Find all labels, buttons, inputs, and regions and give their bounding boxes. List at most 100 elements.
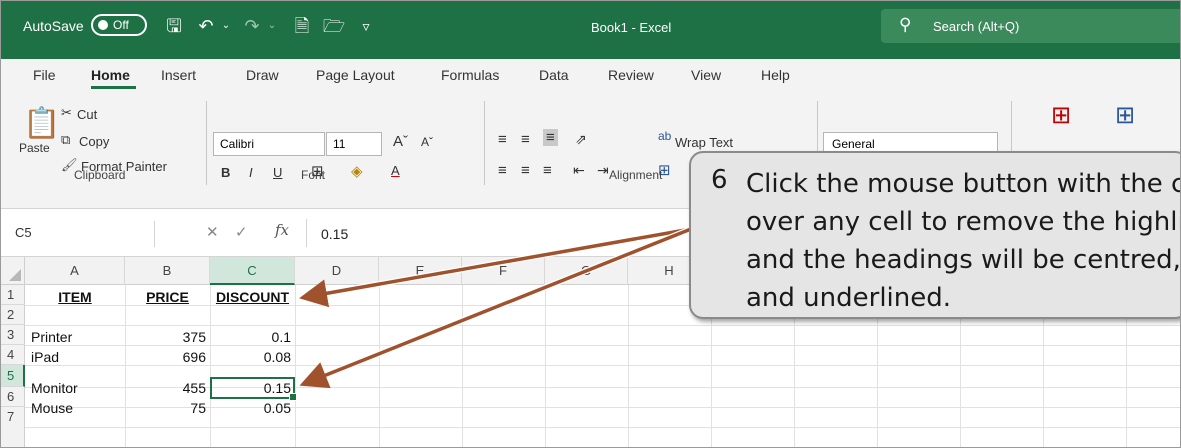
align-middle-icon[interactable]: ≡ <box>521 131 530 148</box>
cell-b5[interactable]: 455 <box>125 378 210 398</box>
font-family-select[interactable]: Calibri <box>213 132 325 156</box>
copy-icon[interactable]: ⧉ <box>61 132 70 148</box>
align-bottom-icon[interactable]: ≡ <box>543 129 558 146</box>
cell-a4[interactable]: iPad <box>31 347 59 367</box>
tab-data[interactable]: Data <box>539 67 569 83</box>
row-header-7[interactable]: 7 <box>1 407 25 447</box>
undo-dropdown-icon[interactable]: ⌄ <box>213 13 239 39</box>
row-header-6[interactable]: 6 <box>1 387 25 407</box>
excel-window: AutoSave Off 🖫 ↶ ⌄ ↷ ⌄ 🗎 🗁 ▿ Book1 - Exc… <box>0 0 1181 448</box>
formula-bar-divider <box>306 219 307 247</box>
decrease-indent-icon[interactable]: ⇤ <box>573 162 585 179</box>
row-header-1[interactable]: 1 <box>1 285 25 305</box>
tab-page-layout[interactable]: Page Layout <box>316 67 395 83</box>
row-header-4[interactable]: 4 <box>1 345 25 365</box>
column-header-b[interactable]: B <box>125 257 210 285</box>
formula-input[interactable]: 0.15 <box>321 226 348 242</box>
select-all-button[interactable] <box>1 257 25 285</box>
column-header-e[interactable]: E <box>379 257 462 285</box>
autosave-label: AutoSave <box>23 18 84 34</box>
align-top-icon[interactable]: ≡ <box>498 131 507 148</box>
tab-formulas[interactable]: Formulas <box>441 67 499 83</box>
customize-toolbar-icon[interactable]: ▿ <box>353 13 379 39</box>
cell-b1[interactable]: PRICE <box>125 287 210 307</box>
cell-c1[interactable]: DISCOUNT <box>210 287 295 307</box>
italic-button[interactable]: I <box>249 165 253 180</box>
active-cell-selection[interactable] <box>210 377 297 401</box>
instruction-text: Click the mouse button with the cursor o… <box>746 169 1181 313</box>
align-right-icon[interactable]: ≡ <box>543 162 552 179</box>
increase-indent-icon[interactable]: ⇥ <box>597 162 609 179</box>
cut-icon[interactable]: ✂ <box>61 105 72 121</box>
cell-b4[interactable]: 696 <box>125 347 210 367</box>
column-header-a[interactable]: A <box>25 257 125 285</box>
tab-draw[interactable]: Draw <box>246 67 279 83</box>
decrease-font-size-icon[interactable]: Aˇ <box>421 135 433 149</box>
open-folder-icon[interactable]: 🗁 <box>321 13 347 39</box>
fill-color-icon[interactable]: ◈ <box>351 162 363 180</box>
cell-a5[interactable]: Monitor <box>31 378 78 398</box>
row-header-2[interactable]: 2 <box>1 305 25 325</box>
tab-help[interactable]: Help <box>761 67 790 83</box>
cancel-icon[interactable]: ✕ <box>206 223 219 241</box>
bold-button[interactable]: B <box>221 165 230 180</box>
save-icon[interactable]: 🖫 <box>161 13 187 39</box>
tab-view[interactable]: View <box>691 67 721 83</box>
clipboard-group-label: Clipboard <box>74 168 126 182</box>
font-color-icon[interactable]: A <box>391 163 400 178</box>
cell-a6[interactable]: Mouse <box>31 398 73 418</box>
search-placeholder: Search (Alt+Q) <box>933 19 1020 34</box>
tab-home[interactable]: Home <box>91 67 130 83</box>
font-group-label: Font <box>301 168 326 182</box>
tab-insert[interactable]: Insert <box>161 67 196 83</box>
enter-icon[interactable]: ✓ <box>235 223 248 241</box>
increase-font-size-icon[interactable]: Aˇ <box>393 133 408 150</box>
cut-button[interactable]: Cut <box>77 107 97 122</box>
ribbon-divider <box>484 101 485 185</box>
alignment-group-label: Alignment <box>609 168 663 182</box>
toggle-knob-icon <box>98 20 108 30</box>
cell-b3[interactable]: 375 <box>125 327 210 347</box>
active-tab-indicator <box>91 86 136 89</box>
cell-a3[interactable]: Printer <box>31 327 72 347</box>
row-header-3[interactable]: 3 <box>1 325 25 345</box>
cell-b6[interactable]: 75 <box>125 398 210 418</box>
instruction-callout: 6 Click the mouse button with the cursor… <box>689 151 1181 319</box>
window-title: Book1 - Excel <box>591 20 672 35</box>
cell-c3[interactable]: 0.1 <box>210 327 295 347</box>
paste-icon[interactable]: 📋 <box>23 106 60 141</box>
column-header-c[interactable]: C <box>210 257 295 285</box>
row-header-5[interactable]: 5 <box>1 365 25 387</box>
tab-review[interactable]: Review <box>608 67 654 83</box>
new-file-icon[interactable]: 🗎 <box>289 13 315 39</box>
name-box[interactable]: C5 <box>9 221 155 247</box>
align-left-icon[interactable]: ≡ <box>498 162 507 179</box>
orientation-icon[interactable]: ⇗ <box>575 131 587 148</box>
cell-c4[interactable]: 0.08 <box>210 347 295 367</box>
gridline <box>25 427 1180 428</box>
cell-a1[interactable]: ITEM <box>25 287 125 307</box>
column-header-d[interactable]: D <box>295 257 379 285</box>
gridline <box>379 285 380 447</box>
wrap-text-button[interactable]: Wrap Text <box>675 135 733 150</box>
copy-button[interactable]: Copy <box>79 134 109 149</box>
step-number: 6 <box>711 165 728 195</box>
wrap-text-icon[interactable]: ab <box>658 129 671 143</box>
search-box[interactable]: ⚲ Search (Alt+Q) <box>881 9 1180 43</box>
autosave-toggle[interactable]: Off <box>91 14 147 36</box>
format-as-table-icon[interactable]: ⊞ <box>1115 101 1135 130</box>
redo-dropdown-icon[interactable]: ⌄ <box>259 13 285 39</box>
font-size-select[interactable]: 11 <box>326 132 382 156</box>
align-center-icon[interactable]: ≡ <box>521 162 530 179</box>
column-header-f[interactable]: F <box>462 257 545 285</box>
underline-button[interactable]: U <box>273 165 282 180</box>
insert-function-icon[interactable]: fx <box>275 221 289 239</box>
conditional-formatting-icon[interactable]: ⊞ <box>1051 101 1071 130</box>
cell-c6[interactable]: 0.05 <box>210 398 295 418</box>
autosave-state: Off <box>113 18 129 32</box>
column-header-g[interactable]: G <box>545 257 628 285</box>
tab-file[interactable]: File <box>33 67 56 83</box>
ribbon-tabs: File Home Insert Draw Page Layout Formul… <box>1 59 1180 95</box>
paste-button[interactable]: Paste <box>19 141 50 155</box>
gridline <box>545 285 546 447</box>
